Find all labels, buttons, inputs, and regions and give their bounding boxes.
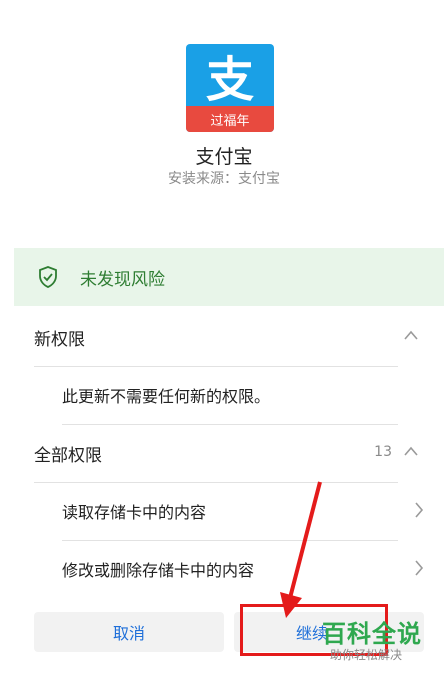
permissions-count: 13 bbox=[374, 444, 392, 460]
section-all-permissions[interactable]: 全部权限 13 bbox=[0, 424, 448, 482]
section-new-permissions[interactable]: 新权限 bbox=[0, 308, 448, 366]
risk-status-text: 未发现风险 bbox=[80, 269, 165, 290]
install-source: 安装来源：支付宝 bbox=[168, 171, 280, 187]
shield-check-icon bbox=[36, 265, 60, 289]
risk-status-banner: 未发现风险 bbox=[14, 248, 444, 306]
app-header: 支 过福年 支付宝 安装来源：支付宝 bbox=[0, 0, 448, 248]
new-permissions-item: 此更新不需要任何新的权限。 bbox=[62, 387, 271, 406]
alipay-app-icon: 支 过福年 bbox=[186, 44, 274, 132]
chevron-right-icon bbox=[415, 502, 424, 518]
permission-item-modify-storage[interactable]: 修改或删除存储卡中的内容 bbox=[0, 540, 448, 598]
list-item: 此更新不需要任何新的权限。 bbox=[0, 366, 448, 424]
permission-item-label: 修改或删除存储卡中的内容 bbox=[62, 561, 255, 580]
chevron-up-icon bbox=[404, 446, 418, 456]
chevron-right-icon bbox=[415, 560, 424, 576]
permission-item-read-storage[interactable]: 读取存储卡中的内容 bbox=[0, 482, 448, 540]
red-arrow-icon bbox=[280, 481, 322, 618]
section-all-permissions-label: 全部权限 bbox=[34, 445, 102, 466]
watermark-title: 百科全说 bbox=[322, 620, 422, 648]
app-icon-ribbon: 过福年 bbox=[186, 106, 274, 132]
cancel-button[interactable]: 取消 bbox=[34, 612, 224, 652]
permission-item-label: 读取存储卡中的内容 bbox=[62, 503, 207, 522]
watermark-subtitle: 助你轻松解决 bbox=[330, 648, 403, 662]
app-icon-glyph: 支 bbox=[205, 52, 254, 108]
section-new-permissions-label: 新权限 bbox=[34, 329, 85, 350]
app-name: 支付宝 bbox=[195, 146, 253, 168]
chevron-up-icon bbox=[404, 330, 418, 340]
